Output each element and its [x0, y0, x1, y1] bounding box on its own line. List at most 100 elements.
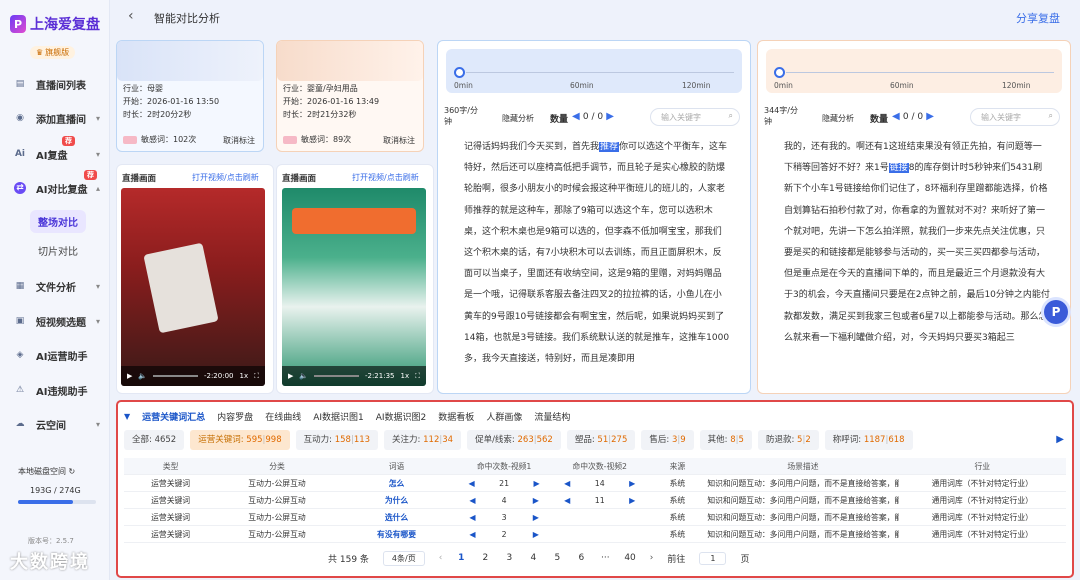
fullscreen-icon[interactable]: ⛶: [415, 372, 420, 381]
column-header[interactable]: 行业: [899, 461, 1066, 472]
seek-bar[interactable]: [153, 375, 198, 377]
keyword-input[interactable]: 输入关键字 ⌕: [650, 108, 740, 126]
timeline[interactable]: 0min 60min 120min: [766, 49, 1062, 93]
chips-next-icon[interactable]: ▶: [1056, 434, 1064, 445]
sidebar-item-add-live[interactable]: ◉ 添加直播间 ▾: [0, 106, 110, 130]
column-header[interactable]: 分类: [217, 461, 337, 472]
column-header[interactable]: 命中次数-视频2: [552, 461, 648, 472]
share-button[interactable]: 分享复盘: [1016, 10, 1060, 26]
category-chip[interactable]: 塑品: 51|275: [566, 430, 636, 450]
sidebar-item-ai-review[interactable]: Ai AI复盘 荐 ▾: [0, 136, 110, 166]
category-chip[interactable]: 促单/线索: 263|562: [467, 430, 561, 450]
sidebar-item-ai-ops[interactable]: ◈ AI运营助手: [0, 343, 110, 367]
category-chip[interactable]: 全部: 4652: [124, 430, 185, 450]
table-cell[interactable]: 为什么: [337, 495, 457, 506]
seek-bar[interactable]: [314, 375, 359, 377]
highlighted-keyword[interactable]: 推荐: [599, 142, 620, 152]
tab-online-curve[interactable]: 在线曲线: [265, 410, 301, 423]
hide-analysis-button[interactable]: 隐藏分析: [502, 113, 534, 124]
category-chip[interactable]: 防退款: 5|2: [757, 430, 819, 450]
assistant-float-icon[interactable]: P: [1044, 300, 1068, 324]
tab-dashboard[interactable]: 数据看板: [438, 410, 474, 423]
speed-button[interactable]: 1x: [400, 372, 409, 380]
page-number[interactable]: 3: [504, 553, 514, 563]
sidebar-item-file-analysis[interactable]: ▦ 文件分析 ▾: [0, 274, 110, 298]
table-row[interactable]: 运营关键词 互动力-公屏互动 为什么 ◀ 4 ▶ ◀ 11 ▶ 系统 知识和问题互动：多问用户问题，…: [124, 492, 1066, 509]
category-chip[interactable]: 运营关键词: 595|998: [190, 430, 290, 450]
tab-ai-image-2[interactable]: AI数据识图2: [376, 410, 427, 423]
hide-analysis-button[interactable]: 隐藏分析: [822, 113, 854, 124]
category-chip[interactable]: 其他: 8|5: [699, 430, 752, 450]
category-chip[interactable]: 售后: 3|9: [641, 430, 694, 450]
tab-ai-image-1[interactable]: AI数据识图1: [313, 410, 364, 423]
prev-icon[interactable]: ◀: [572, 111, 580, 122]
next-hit-icon[interactable]: ▶: [533, 513, 539, 522]
prev-hit-icon[interactable]: ◀: [469, 530, 475, 539]
page-size-select[interactable]: 4条/页: [382, 550, 425, 566]
volume-icon[interactable]: 🔈: [299, 372, 308, 380]
search-icon[interactable]: ⌕: [1049, 111, 1053, 121]
column-header[interactable]: 来源: [648, 461, 708, 472]
page-number[interactable]: 6: [576, 553, 586, 563]
open-video-link[interactable]: 打开视频/点击刷新: [192, 172, 259, 183]
tab-audience[interactable]: 人群画像: [486, 410, 522, 423]
column-header[interactable]: 词语: [337, 461, 457, 472]
cancel-mark-button[interactable]: 取消标注: [383, 135, 415, 146]
next-hit-icon[interactable]: ▶: [534, 479, 540, 488]
open-video-link[interactable]: 打开视频/点击刷新: [352, 172, 419, 183]
search-icon[interactable]: ⌕: [729, 111, 733, 121]
subitem-clip-compare[interactable]: 切片对比: [38, 243, 78, 258]
timeline[interactable]: 0min 60min 120min: [446, 49, 742, 93]
prev-hit-icon[interactable]: ◀: [469, 513, 475, 522]
keyword-input[interactable]: 输入关键字 ⌕: [970, 108, 1060, 126]
table-row[interactable]: 运营关键词 互动力-公屏互动 选什么 ◀ 3 ▶ 系统 知识和问题互动：多问用户问题，而不是直…: [124, 509, 1066, 526]
column-header[interactable]: 命中次数-视频1: [456, 461, 552, 472]
speed-button[interactable]: 1x: [239, 372, 248, 380]
sidebar-item-ai-violation[interactable]: ⚠ AI违规助手: [0, 378, 110, 402]
tab-keyword-summary[interactable]: 运营关键词汇总: [142, 410, 205, 423]
next-page-icon[interactable]: ›: [650, 553, 654, 563]
timeline-handle[interactable]: [454, 67, 465, 78]
subitem-full-compare[interactable]: 整场对比: [30, 210, 86, 233]
highlighted-keyword[interactable]: 链接: [888, 163, 909, 174]
page-number[interactable]: 40: [624, 553, 635, 563]
prev-page-icon[interactable]: ‹: [439, 553, 443, 563]
next-icon[interactable]: ▶: [606, 111, 614, 122]
video-player-1[interactable]: ▶ 🔈 -2:20:00 1x ⛶: [121, 188, 265, 386]
prev-hit-icon[interactable]: ◀: [564, 479, 570, 488]
category-chip[interactable]: 关注力: 112|34: [384, 430, 462, 450]
category-chip[interactable]: 称呼词: 1187|618: [824, 430, 913, 450]
sidebar-item-live-list[interactable]: ▤ 直播间列表: [0, 72, 110, 96]
page-number[interactable]: 4: [528, 553, 538, 563]
next-hit-icon[interactable]: ▶: [629, 496, 635, 505]
column-header[interactable]: 类型: [124, 461, 217, 472]
app-logo[interactable]: P 上海爱复盘: [10, 14, 100, 34]
cancel-mark-button[interactable]: 取消标注: [223, 135, 255, 146]
category-chip[interactable]: 互动力: 158|113: [295, 430, 379, 450]
prev-hit-icon[interactable]: ◀: [564, 496, 570, 505]
play-icon[interactable]: ▶: [127, 372, 132, 380]
table-cell[interactable]: 有没有哪要: [337, 529, 457, 540]
next-hit-icon[interactable]: ▶: [629, 479, 635, 488]
sidebar-item-short-video[interactable]: ▣ 短视频选题 ▾: [0, 309, 110, 333]
timeline-handle[interactable]: [774, 67, 785, 78]
back-arrow-icon[interactable]: ‹: [128, 8, 134, 24]
next-icon[interactable]: ▶: [926, 111, 934, 122]
table-cell[interactable]: 选什么: [337, 512, 457, 523]
table-row[interactable]: 运营关键词 互动力-公屏互动 有没有哪要 ◀ 2 ▶ 系统 知识和问题互动：多问用户问题，而不…: [124, 526, 1066, 543]
refresh-icon[interactable]: ↻: [69, 467, 76, 476]
next-hit-icon[interactable]: ▶: [533, 530, 539, 539]
page-number[interactable]: 5: [552, 553, 562, 563]
table-cell[interactable]: 怎么: [337, 478, 457, 489]
page-input[interactable]: 1: [699, 551, 727, 565]
page-number[interactable]: ···: [600, 553, 610, 563]
column-header[interactable]: 场景描述: [707, 461, 898, 472]
prev-hit-icon[interactable]: ◀: [469, 496, 475, 505]
next-hit-icon[interactable]: ▶: [533, 496, 539, 505]
prev-icon[interactable]: ◀: [892, 111, 900, 122]
video-player-2[interactable]: ▶ 🔈 -2:21:35 1x ⛶: [282, 188, 426, 386]
sidebar-item-ai-compare[interactable]: ⇄ AI对比复盘 荐 ▴: [0, 170, 110, 200]
play-icon[interactable]: ▶: [288, 372, 293, 380]
page-number[interactable]: 2: [480, 553, 490, 563]
tab-content-compass[interactable]: 内容罗盘: [217, 410, 253, 423]
